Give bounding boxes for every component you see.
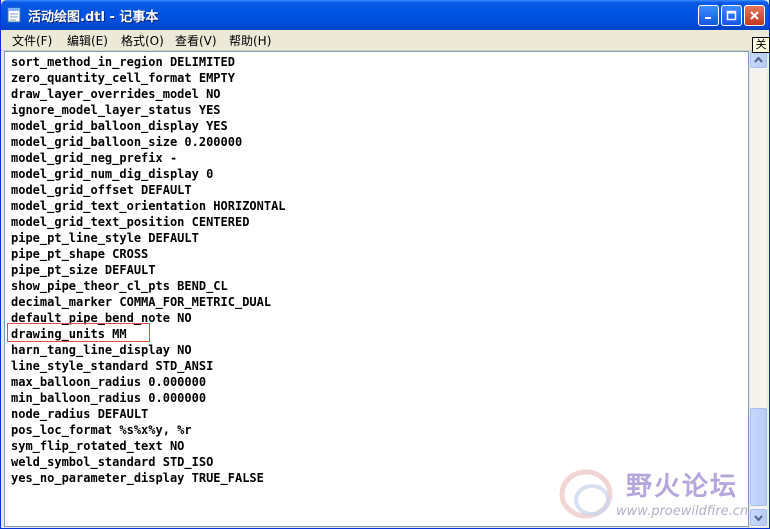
text-line: decimal_marker COMMA_FOR_METRIC_DUAL (11, 295, 272, 309)
text-line: model_grid_text_orientation HORIZONTAL (11, 199, 286, 213)
highlight-box (7, 323, 150, 342)
menu-help[interactable]: 帮助(H) (229, 32, 271, 49)
watermark: 野火论坛 www.proewildfire.cn (556, 460, 770, 529)
text-line: ignore_model_layer_status YES (11, 103, 221, 117)
vertical-scrollbar[interactable] (749, 51, 767, 527)
menu-edit[interactable]: 编辑(E) (67, 32, 108, 49)
close-button[interactable] (744, 5, 765, 26)
text-line: pos_loc_format %s%x%y, %r (11, 423, 192, 437)
menu-file[interactable]: 文件(F) (12, 32, 52, 49)
text-line: draw_layer_overrides_model NO (11, 87, 221, 101)
minimize-button[interactable] (698, 5, 719, 26)
minimize-icon (705, 17, 711, 19)
text-line: model_grid_num_dig_display 0 (11, 167, 214, 181)
text-line: zero_quantity_cell_format EMPTY (11, 71, 235, 85)
text-line: weld_symbol_standard STD_ISO (11, 455, 214, 469)
text-line: show_pipe_theor_cl_pts BEND_CL (11, 279, 228, 293)
text-line: max_balloon_radius 0.000000 (11, 375, 207, 389)
text-line: line_style_standard STD_ANSI (11, 359, 214, 373)
maximize-icon (726, 10, 737, 21)
notepad-icon (7, 7, 21, 23)
text-line: sort_method_in_region DELIMITED (11, 55, 235, 69)
text-lines: sort_method_in_region DELIMITED zero_qua… (11, 54, 286, 486)
text-line: pipe_pt_line_style DEFAULT (11, 231, 199, 245)
text-line: sym_flip_rotated_text NO (11, 439, 185, 453)
window-title: 活动绘图.dtl - 记事本 (28, 10, 159, 25)
watermark-name: 野火论坛 (626, 472, 739, 502)
menu-view[interactable]: 查看(V) (175, 32, 217, 49)
watermark-url: www.proewildfire.cn (616, 504, 749, 519)
text-line: yes_no_parameter_display TRUE_FALSE (11, 471, 264, 485)
tooltip-fragment: 关 (752, 37, 770, 53)
text-line: model_grid_balloon_display YES (11, 119, 228, 133)
text-line: model_grid_neg_prefix - (11, 151, 178, 165)
close-icon (750, 11, 759, 20)
text-line: min_balloon_radius 0.000000 (11, 391, 207, 405)
text-line: model_grid_balloon_size 0.200000 (11, 135, 243, 149)
text-line: pipe_pt_shape CROSS (11, 247, 149, 261)
menu-bar: 文件(F) 编辑(E) 格式(O) 查看(V) 帮助(H) (1, 30, 769, 51)
maximize-button[interactable] (721, 5, 742, 26)
title-bar[interactable]: 活动绘图.dtl - 记事本 (1, 0, 769, 30)
text-line: harn_tang_line_display NO (11, 343, 192, 357)
menu-format[interactable]: 格式(O) (121, 32, 164, 49)
text-editor[interactable]: sort_method_in_region DELIMITED zero_qua… (4, 51, 749, 527)
text-line: model_grid_offset DEFAULT (11, 183, 192, 197)
arrow-up-icon (754, 56, 763, 63)
notepad-window: 活动绘图.dtl - 记事本 文件(F) 编辑(E) 格式(O) 查看(V) 帮… (0, 0, 770, 529)
watermark-logo-icon (559, 469, 613, 519)
text-line: model_grid_text_position CENTERED (11, 215, 250, 229)
text-line: pipe_pt_size DEFAULT (11, 263, 156, 277)
text-line: node_radius DEFAULT (11, 407, 149, 421)
scroll-up-button[interactable] (750, 51, 767, 68)
